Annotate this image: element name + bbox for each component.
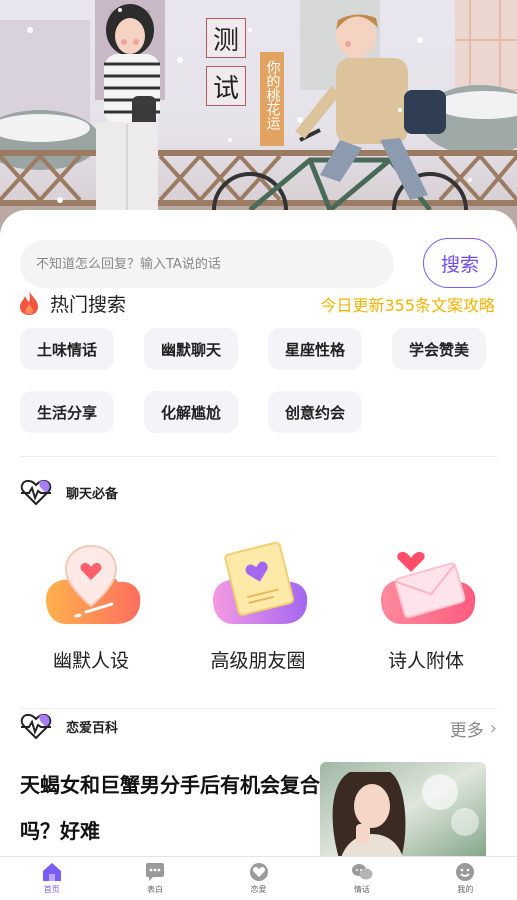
tab-sweet-words[interactable]: 情话 [310, 857, 413, 900]
double-bubble-icon [351, 864, 373, 880]
tab-label: 情话 [353, 885, 370, 894]
search-input[interactable] [20, 240, 394, 288]
card-heart-icon [213, 541, 308, 624]
location-heart-icon [46, 544, 141, 624]
fire-icon [20, 291, 38, 315]
tag-item[interactable]: 学会赞美 [392, 328, 486, 370]
heartbeat-icon [20, 479, 52, 506]
divider [20, 708, 497, 709]
tag-item[interactable]: 土味情话 [20, 328, 114, 370]
tag-item[interactable]: 星座性格 [268, 328, 362, 370]
tab-home[interactable]: 首页 [0, 857, 103, 900]
feature-label: 高级朋友圈 [210, 650, 306, 672]
feature-poet-mode[interactable]: 诗人附体 [366, 540, 486, 673]
feature-label: 诗人附体 [387, 650, 464, 672]
love-wiki-title: 恋爱百科 [66, 720, 119, 736]
divider [20, 456, 497, 457]
tab-label: 我的 [457, 885, 474, 894]
article-thumbnail-image [320, 762, 486, 862]
feature-label: 幽默人设 [52, 650, 129, 672]
home-icon [42, 863, 61, 881]
heartbeat-icon [20, 713, 52, 740]
tab-confess[interactable]: 表白 [103, 857, 206, 900]
tab-label: 恋爱 [250, 885, 267, 894]
hero-title-char-2: 试 [206, 66, 246, 106]
more-label: 更多 [449, 721, 484, 741]
tag-item[interactable]: 创意约会 [268, 391, 362, 433]
hot-search-title: 热门搜索 [50, 293, 127, 316]
chevron-right-icon: › [489, 718, 497, 739]
hot-search-header: 热门搜索 [18, 288, 126, 318]
article-thumbnail[interactable] [320, 762, 486, 862]
feature-humor-persona[interactable]: 幽默人设 [31, 540, 151, 673]
tab-label: 表白 [147, 885, 164, 894]
hero-banner[interactable]: 测 试 你的桃花运 [0, 0, 517, 240]
tab-profile[interactable]: 我的 [414, 857, 517, 900]
article-title[interactable]: 天蝎女和巨蟹男分手后有机会复合吗？好难 [20, 762, 320, 854]
hero-subtitle-tag: 你的桃花运 [260, 52, 284, 146]
hero-illustration [0, 0, 517, 240]
feature-premium-moments[interactable]: 高级朋友圈 [198, 540, 318, 673]
tab-love[interactable]: 恋爱 [207, 857, 310, 900]
bottom-tab-bar: 首页 表白 恋爱 情话 我的 [0, 856, 517, 900]
daily-update-text[interactable]: 今日更新355条文案攻略 [320, 292, 495, 316]
smiley-icon [456, 863, 475, 881]
tag-item[interactable]: 化解尴尬 [144, 391, 238, 433]
tag-item[interactable]: 幽默聊天 [144, 328, 238, 370]
more-link[interactable]: 更多 › [450, 716, 497, 741]
chat-bubble-icon [146, 863, 165, 881]
love-wiki-header: 恋爱百科 [20, 710, 118, 742]
tab-label: 首页 [43, 885, 60, 894]
chat-essentials-header: 聊天必备 [20, 476, 118, 508]
search-button[interactable]: 搜索 [423, 238, 497, 288]
chat-essentials-title: 聊天必备 [66, 486, 119, 502]
envelope-heart-icon [381, 551, 476, 624]
hero-title-char-1: 测 [206, 18, 246, 58]
heart-badge-icon [249, 863, 268, 881]
tag-item[interactable]: 生活分享 [20, 391, 114, 433]
content-card: 搜索 热门搜索 今日更新355条文案攻略 土味情话 幽默聊天 星座性格 学会赞美… [0, 210, 517, 862]
